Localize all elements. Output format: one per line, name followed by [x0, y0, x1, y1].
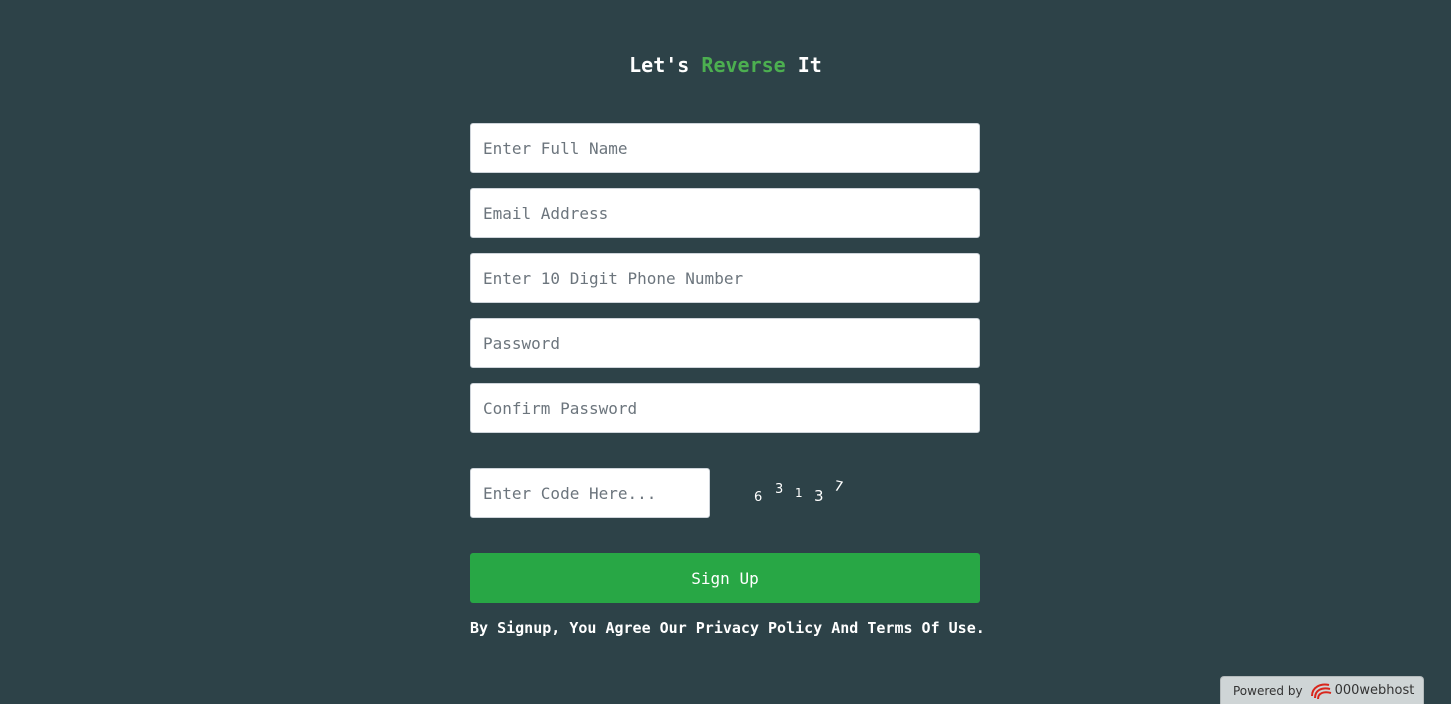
title-accent: Reverse: [701, 53, 786, 77]
confirm-password-input[interactable]: [470, 383, 980, 433]
password-input[interactable]: [470, 318, 980, 368]
title-suffix: It: [797, 53, 822, 77]
signup-button[interactable]: Sign Up: [470, 553, 980, 603]
brand-name: 000webhost: [1334, 683, 1415, 698]
agreement-text: By Signup, You Agree Our Privacy Policy …: [470, 619, 985, 637]
captcha-digit: 7: [832, 478, 845, 496]
captcha-code-input[interactable]: [470, 468, 710, 518]
captcha-digit: 3: [775, 482, 784, 497]
powered-by-badge[interactable]: Powered by 000webhost: [1220, 676, 1424, 704]
email-input[interactable]: [470, 188, 980, 238]
full-name-input[interactable]: [470, 123, 980, 173]
captcha-digit: 6: [754, 490, 763, 505]
captcha-digit: 1: [795, 486, 803, 500]
powered-by-label: Powered by: [1233, 683, 1303, 698]
phone-input[interactable]: [470, 253, 980, 303]
page-title: Let's Reverse It: [0, 52, 1451, 78]
captcha-image: 6 3 1 3 7: [750, 478, 860, 508]
000webhost-logo-icon: [1310, 683, 1331, 699]
title-prefix: Let's: [629, 53, 690, 77]
signup-page: Let's Reverse It 6 3 1 3 7 Sign Up By Si…: [0, 0, 1451, 704]
captcha-digit: 3: [814, 487, 824, 505]
